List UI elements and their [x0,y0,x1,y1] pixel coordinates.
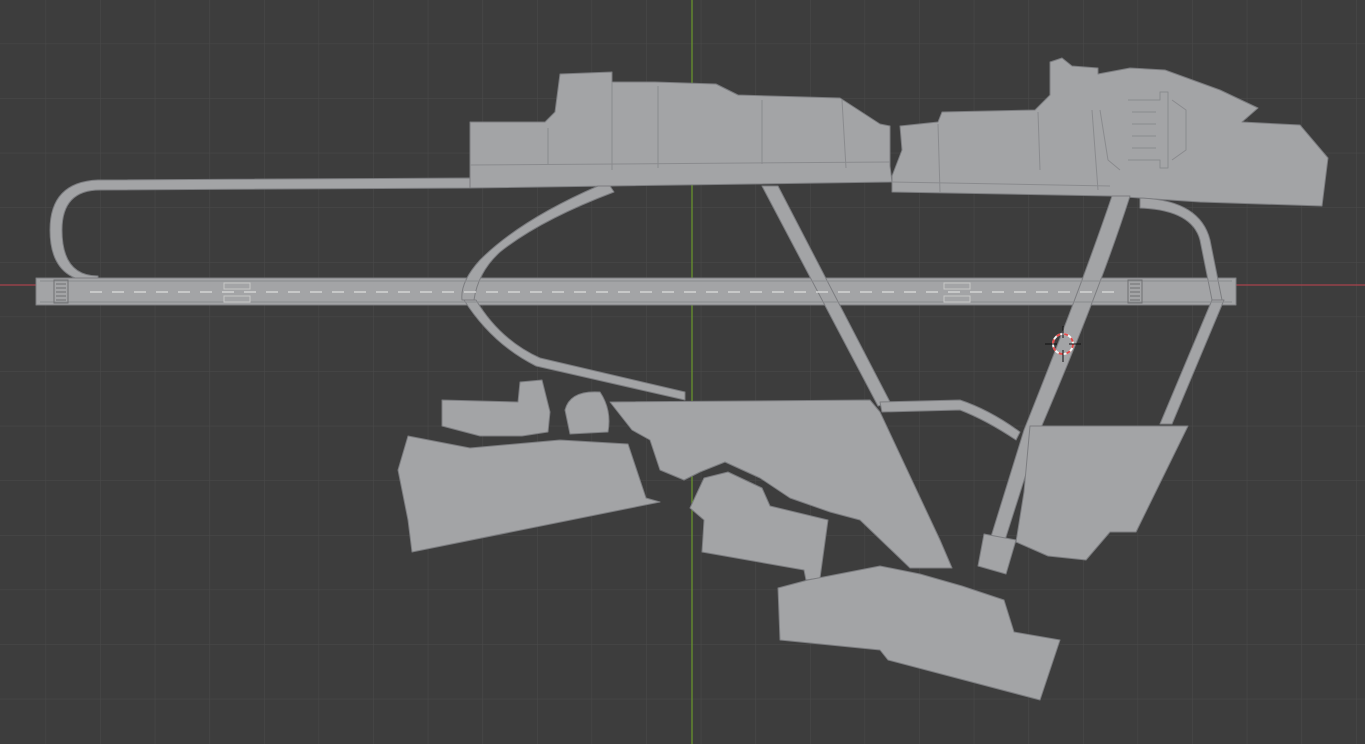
south-west-roundabout [564,391,610,435]
main-runway [35,277,1237,306]
viewport-3d[interactable] [0,0,1365,744]
